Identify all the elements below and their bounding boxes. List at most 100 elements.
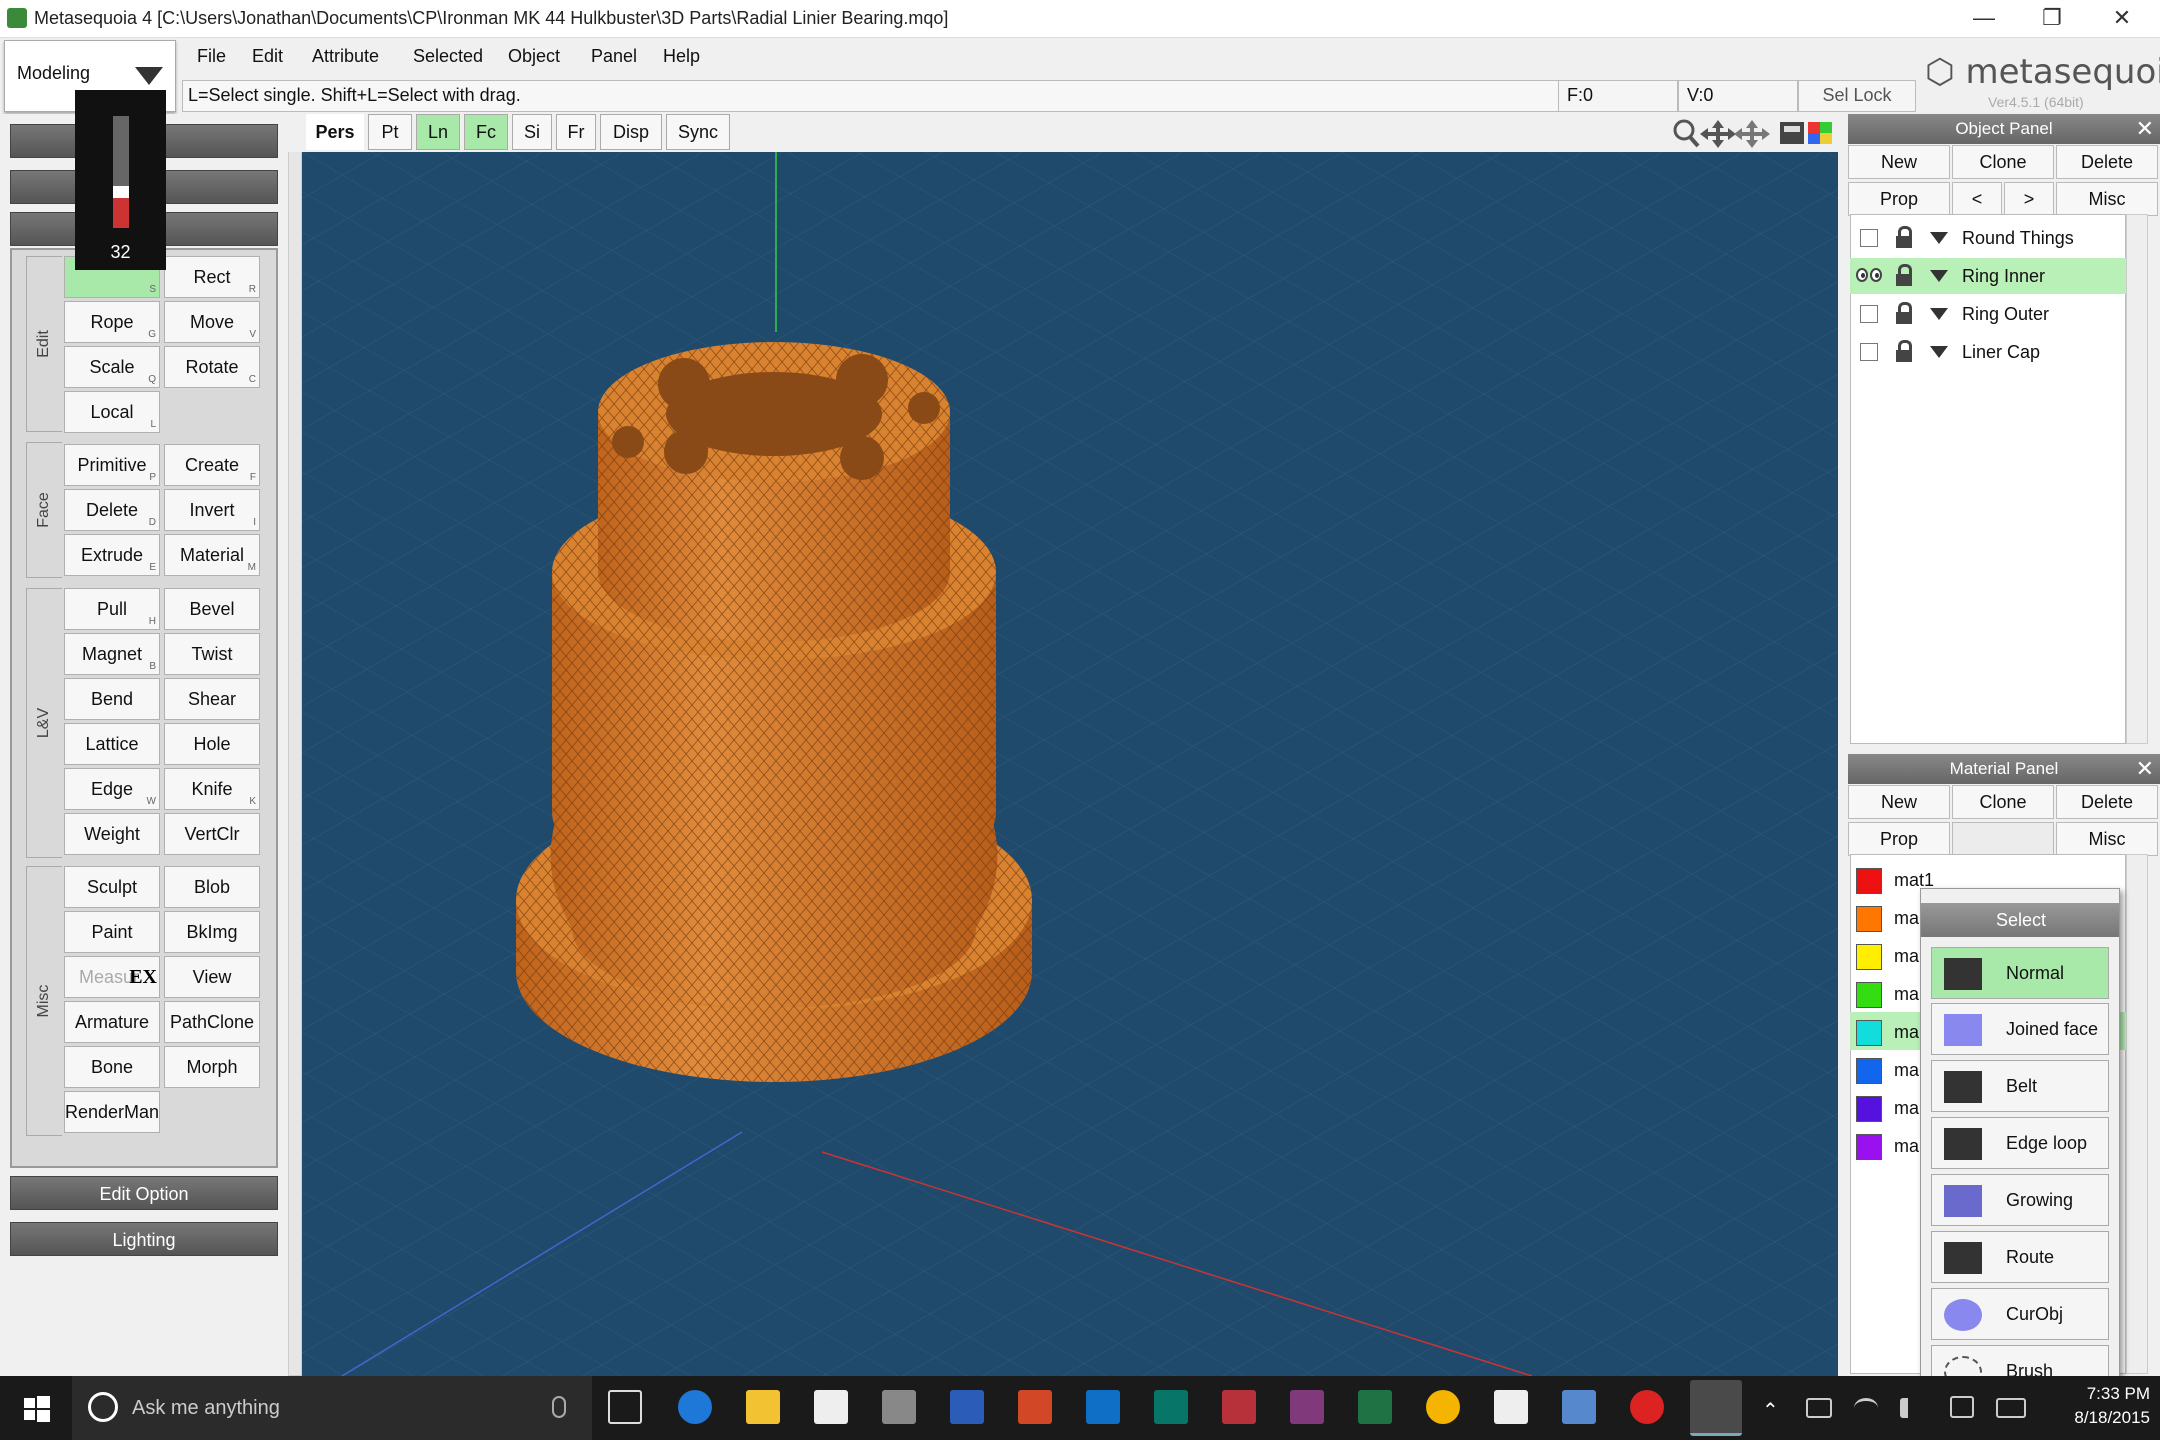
expand-triangle-icon[interactable]	[1930, 308, 1948, 320]
word-icon[interactable]	[950, 1390, 984, 1424]
notifications-icon[interactable]	[1950, 1396, 1974, 1418]
morph-tool-button[interactable]: Morph	[164, 1046, 260, 1088]
object-list-scrollbar[interactable]	[2126, 214, 2148, 744]
view-pers-button[interactable]: Pers	[306, 114, 364, 150]
screen-layout-icon[interactable]	[1780, 122, 1804, 144]
bevel-tool-button[interactable]: Bevel	[164, 588, 260, 630]
lock-icon[interactable]	[1896, 302, 1912, 324]
lighting-header[interactable]: Lighting	[10, 1222, 278, 1256]
edge-tool-button[interactable]: Edge W	[64, 768, 160, 810]
view-disp-button[interactable]: Disp	[600, 114, 662, 150]
expand-triangle-icon[interactable]	[1930, 346, 1948, 358]
sel-lock-button[interactable]: Sel Lock	[1798, 80, 1916, 112]
vertclr-tool-button[interactable]: VertClr	[164, 813, 260, 855]
twist-tool-button[interactable]: Twist	[164, 633, 260, 675]
pathclone-tool-button[interactable]: PathClone	[164, 1001, 260, 1043]
rect-tool-button[interactable]: Rect R	[164, 256, 260, 298]
view-tool-button[interactable]: View	[164, 956, 260, 998]
object-clone-button[interactable]: Clone	[1952, 145, 2054, 179]
close-icon[interactable]: ✕	[2136, 754, 2154, 784]
knife-tool-button[interactable]: Knife K	[164, 768, 260, 810]
menu-object[interactable]: Object	[508, 46, 560, 67]
object-row-selected[interactable]: Ring Inner	[1850, 258, 2126, 294]
task-view-icon[interactable]	[608, 1390, 642, 1424]
menu-edit[interactable]: Edit	[252, 46, 283, 67]
lock-icon[interactable]	[1896, 264, 1912, 286]
close-icon[interactable]: ✕	[2136, 114, 2154, 144]
view-fr-button[interactable]: Fr	[556, 114, 596, 150]
visibility-checkbox[interactable]	[1860, 305, 1878, 323]
primitive-tool-button[interactable]: Primitive P	[64, 444, 160, 486]
select-curobj-button[interactable]: CurObj	[1931, 1288, 2109, 1340]
material-prop-button[interactable]: Prop	[1848, 822, 1950, 856]
menu-selected[interactable]: Selected	[413, 46, 483, 67]
material-delete-button[interactable]: Delete	[2056, 785, 2158, 819]
armature-tool-button[interactable]: Armature	[64, 1001, 160, 1043]
lock-icon[interactable]	[1896, 226, 1912, 248]
expand-triangle-icon[interactable]	[1930, 270, 1948, 282]
microphone-icon[interactable]	[552, 1396, 566, 1418]
viewport-canvas[interactable]	[302, 152, 1838, 1376]
maximize-button[interactable]: ❐	[2020, 0, 2084, 38]
rope-tool-button[interactable]: Rope G	[64, 301, 160, 343]
visibility-checkbox[interactable]	[1860, 343, 1878, 361]
material-clone-button[interactable]: Clone	[1952, 785, 2054, 819]
measure-tool-button[interactable]: Measur EX	[64, 956, 160, 998]
shear-tool-button[interactable]: Shear	[164, 678, 260, 720]
chevron-up-icon[interactable]: ⌃	[1762, 1398, 1779, 1423]
move-tool-button[interactable]: Move V	[164, 301, 260, 343]
object-prop-button[interactable]: Prop	[1848, 182, 1950, 216]
metasequoia-taskbar-icon[interactable]	[1690, 1380, 1742, 1436]
edge-browser-icon[interactable]	[678, 1390, 712, 1424]
color-display-icon[interactable]	[1808, 122, 1832, 144]
edit-option-header[interactable]: Edit Option	[10, 1176, 278, 1210]
eye-icon[interactable]	[1856, 266, 1884, 284]
app-icon[interactable]	[882, 1390, 916, 1424]
windows-start-icon[interactable]	[0, 1376, 72, 1440]
powerpoint-icon[interactable]	[1018, 1390, 1052, 1424]
view-pt-button[interactable]: Pt	[368, 114, 412, 150]
wifi-icon[interactable]	[1854, 1398, 1878, 1418]
object-row[interactable]: Round Things	[1850, 220, 2126, 256]
hole-tool-button[interactable]: Hole	[164, 723, 260, 765]
select-joined-face-button[interactable]: Joined face	[1931, 1003, 2109, 1055]
sculpt-tool-button[interactable]: Sculpt	[64, 866, 160, 908]
menu-file[interactable]: File	[197, 46, 226, 67]
network-app-icon[interactable]	[1562, 1390, 1596, 1424]
menu-attribute[interactable]: Attribute	[312, 46, 379, 67]
onenote-icon[interactable]	[1290, 1390, 1324, 1424]
material-misc-button[interactable]: Misc	[2056, 822, 2158, 856]
expand-triangle-icon[interactable]	[1930, 232, 1948, 244]
lattice-tool-button[interactable]: Lattice	[64, 723, 160, 765]
rotate-tool-button[interactable]: Rotate C	[164, 346, 260, 388]
bend-tool-button[interactable]: Bend	[64, 678, 160, 720]
zoom-icon[interactable]	[1673, 119, 1700, 148]
material-list-scrollbar[interactable]	[2126, 854, 2148, 1374]
bone-tool-button[interactable]: Bone	[64, 1046, 160, 1088]
weight-tool-button[interactable]: Weight	[64, 813, 160, 855]
battery-icon[interactable]	[1806, 1398, 1832, 1418]
lock-icon[interactable]	[1896, 340, 1912, 362]
extrude-tool-button[interactable]: Extrude E	[64, 534, 160, 576]
object-row[interactable]: Liner Cap	[1850, 334, 2126, 370]
object-new-button[interactable]: New	[1848, 145, 1950, 179]
keyboard-icon[interactable]	[1996, 1398, 2026, 1418]
menu-panel[interactable]: Panel	[591, 46, 637, 67]
volume-icon[interactable]	[1900, 1398, 1922, 1418]
renderman-tool-button[interactable]: RenderMan	[64, 1091, 160, 1133]
bkimg-tool-button[interactable]: BkImg	[164, 911, 260, 953]
blob-tool-button[interactable]: Blob	[164, 866, 260, 908]
scale-tool-button[interactable]: Scale Q	[64, 346, 160, 388]
pull-tool-button[interactable]: Pull H	[64, 588, 160, 630]
minimize-button[interactable]: —	[1952, 0, 2016, 38]
select-brush-button[interactable]: Brush	[1931, 1345, 2109, 1379]
view-ln-button[interactable]: Ln	[416, 114, 460, 150]
select-belt-button[interactable]: Belt	[1931, 1060, 2109, 1112]
p-app-icon[interactable]	[1630, 1390, 1664, 1424]
invert-tool-button[interactable]: Invert I	[164, 489, 260, 531]
menu-help[interactable]: Help	[663, 46, 700, 67]
rotate-view-icon[interactable]	[1734, 120, 1770, 148]
outlook-icon[interactable]	[1086, 1390, 1120, 1424]
close-button[interactable]: ✕	[2090, 0, 2154, 38]
pan-icon[interactable]	[1700, 120, 1736, 148]
